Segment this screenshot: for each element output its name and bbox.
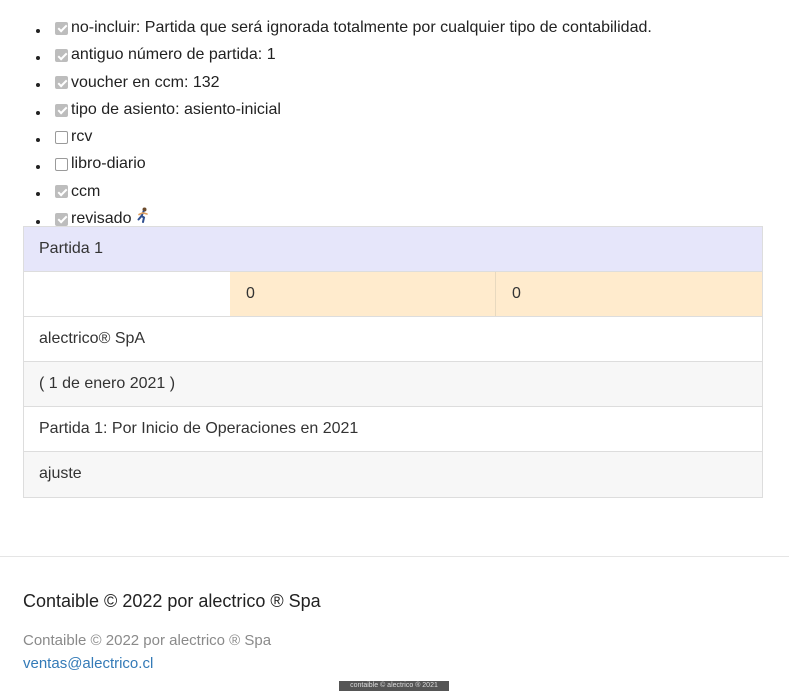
attribute-item-libro-diario: libro-diario bbox=[51, 152, 789, 179]
antiguo-numero-checkbox[interactable] bbox=[55, 49, 68, 62]
footer-title: Contaible © 2022 por alectrico ® Spa bbox=[23, 591, 321, 611]
attribute-item-tipo-asiento: tipo de asiento: asiento-inicial bbox=[51, 98, 789, 125]
voucher-checkbox[interactable] bbox=[55, 76, 68, 90]
entry-title: Partida 1 bbox=[24, 227, 762, 272]
rcv-checkbox[interactable] bbox=[55, 130, 68, 144]
attribute-item-antiguo-numero: antiguo número de partida: 1 bbox=[51, 43, 789, 70]
attribute-item-rcv: rcv bbox=[51, 125, 789, 152]
libro-diario-checkbox[interactable] bbox=[55, 158, 68, 171]
attribute-label: tipo de asiento: asiento-inicial bbox=[71, 100, 281, 118]
entry-type: ajuste bbox=[24, 452, 762, 497]
ccm-checkbox[interactable] bbox=[55, 185, 68, 199]
attribute-label: antiguo número de partida: 1 bbox=[71, 46, 276, 64]
attribute-item-ccm: ccm bbox=[51, 180, 789, 207]
attribute-label: rcv bbox=[71, 128, 93, 145]
footer-badge: contaible © alectrico ® 2021 bbox=[339, 681, 449, 691]
attribute-item-no-incluir: no-incluir: Partida que será ignorada to… bbox=[51, 16, 789, 43]
attribute-list: no-incluir: Partida que será ignorada to… bbox=[0, 0, 789, 234]
credit-amount: 0 bbox=[496, 272, 762, 316]
amounts-row: 0 0 bbox=[24, 272, 762, 317]
debit-amount: 0 bbox=[230, 272, 496, 316]
entry-description: Partida 1: Por Inicio de Operaciones en … bbox=[24, 407, 762, 452]
attribute-label: no-incluir: Partida que será ignorada to… bbox=[71, 19, 652, 36]
revisado-checkbox[interactable] bbox=[55, 212, 68, 226]
email-link[interactable]: ventas@alectrico.cl bbox=[23, 655, 153, 672]
entry-panel: Partida 1 0 0 alectrico® SpA ( 1 de ener… bbox=[23, 226, 763, 498]
no-incluir-checkbox[interactable] bbox=[55, 21, 68, 35]
attribute-item-voucher: voucher en ccm: 132 bbox=[51, 71, 789, 98]
entry-date: ( 1 de enero 2021 ) bbox=[24, 362, 762, 407]
footer: Contaible © 2022 por alectrico ® Spa Con… bbox=[0, 556, 789, 691]
tipo-asiento-checkbox[interactable] bbox=[55, 103, 68, 117]
footer-subtitle: Contaible © 2022 por alectrico ® Spa bbox=[23, 632, 272, 649]
amount-blank-cell bbox=[24, 272, 230, 316]
attribute-label: ccm bbox=[71, 182, 101, 200]
attribute-label: voucher en ccm: 132 bbox=[71, 73, 220, 91]
company-name: alectrico® SpA bbox=[24, 317, 762, 362]
attribute-label: libro-diario bbox=[71, 155, 146, 173]
